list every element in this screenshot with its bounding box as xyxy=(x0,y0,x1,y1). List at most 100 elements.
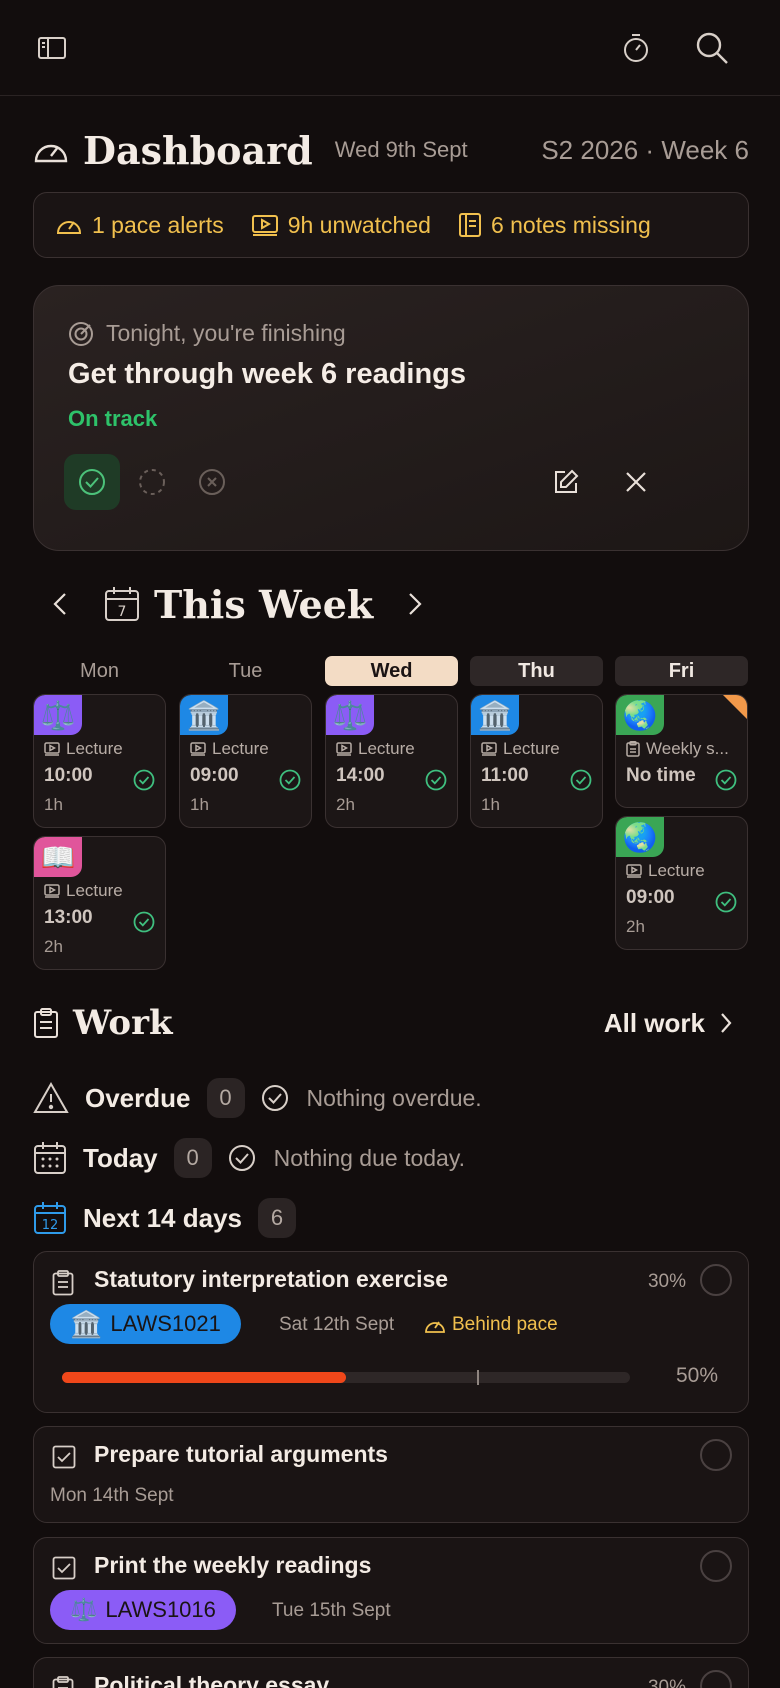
mark-skipped-button[interactable] xyxy=(184,454,240,510)
video-icon xyxy=(626,864,642,878)
event-kind: Lecture xyxy=(358,739,415,758)
next-14-days-row[interactable]: 12 Next 14 days 6 xyxy=(33,1196,296,1240)
task-complete-toggle[interactable] xyxy=(700,1670,732,1688)
edit-goal-button[interactable] xyxy=(538,454,594,510)
task-due-date: Sat 12th Sept xyxy=(279,1314,395,1335)
event-time: 10:00 xyxy=(44,765,93,786)
clipboard-icon xyxy=(626,741,640,757)
course-chip-emoji: 🏛️ xyxy=(70,1308,103,1339)
task-title: Print the weekly readings xyxy=(94,1552,372,1578)
course-badge: ⚖️ xyxy=(34,695,82,735)
progress-percent: 50% xyxy=(675,1364,718,1387)
clipboard-icon xyxy=(33,1008,59,1038)
warning-icon xyxy=(33,1082,69,1114)
task-due-date: Mon 14th Sept xyxy=(50,1485,174,1506)
gauge-icon xyxy=(424,1316,446,1334)
task-card[interactable]: Political theory essay 30% xyxy=(33,1657,749,1688)
day-label[interactable]: Mon xyxy=(33,656,166,686)
behind-pace-flag: Behind pace xyxy=(424,1314,558,1336)
progress-fill xyxy=(62,1372,346,1383)
prev-week-button[interactable] xyxy=(40,584,80,624)
course-chip-emoji: ⚖️ xyxy=(70,1597,98,1622)
event-time: 11:00 xyxy=(481,765,529,786)
event-card[interactable]: 🏛️ Lecture 11:00 1h xyxy=(470,694,603,828)
event-duration: 1h xyxy=(481,795,500,814)
chevron-right-icon xyxy=(719,1011,733,1035)
clipboard-icon xyxy=(52,1676,74,1688)
task-weight: 30% xyxy=(647,1271,686,1292)
video-icon xyxy=(190,742,206,756)
all-work-link[interactable]: All work xyxy=(604,1008,733,1039)
course-badge: 🏛️ xyxy=(471,695,519,735)
overdue-row[interactable]: Overdue 0 Nothing overdue. xyxy=(33,1076,482,1120)
unwatched-alert-label: 9h unwatched xyxy=(287,211,431,238)
clipboard-icon xyxy=(52,1270,74,1296)
event-duration: 1h xyxy=(190,795,209,814)
event-kind: Lecture xyxy=(648,861,705,880)
course-code: LAWS1016 xyxy=(105,1597,216,1622)
event-duration: 2h xyxy=(336,795,355,814)
notes-alert-label: 6 notes missing xyxy=(490,211,651,238)
overdue-message: Nothing overdue. xyxy=(306,1084,482,1111)
event-card[interactable]: 🌏 Weekly s... No time xyxy=(615,694,748,808)
day-label[interactable]: Fri xyxy=(615,656,748,686)
event-card[interactable]: ⚖️ Lecture 14:00 2h xyxy=(325,694,458,828)
all-work-label: All work xyxy=(603,1007,705,1038)
check-circle-icon xyxy=(570,769,592,791)
task-due-date: Tue 15th Sept xyxy=(272,1600,391,1621)
mark-done-button[interactable] xyxy=(64,454,120,510)
event-time: 14:00 xyxy=(336,765,385,786)
day-label[interactable]: Thu xyxy=(470,656,603,686)
goal-title: Get through week 6 readings xyxy=(68,358,467,390)
next-14-days-count: 6 xyxy=(257,1198,296,1238)
event-time: No time xyxy=(626,765,696,786)
task-card[interactable]: Statutory interpretation exercise 30% 🏛️… xyxy=(33,1251,749,1413)
notes-alert[interactable]: 6 notes missing xyxy=(458,211,651,239)
video-icon xyxy=(44,742,60,756)
today-label: Today xyxy=(83,1142,158,1173)
course-chip[interactable]: 🏛️ LAWS1021 xyxy=(50,1304,241,1344)
event-kind: Weekly s... xyxy=(646,739,729,758)
sidebar-toggle-icon[interactable] xyxy=(32,28,72,68)
mark-partial-button[interactable] xyxy=(124,454,180,510)
unwatched-alert[interactable]: 9h unwatched xyxy=(251,211,431,239)
task-card[interactable]: Prepare tutorial arguments Mon 14th Sept xyxy=(33,1426,749,1523)
today-row[interactable]: Today 0 Nothing due today. xyxy=(33,1136,465,1180)
day-label[interactable]: Tue xyxy=(179,656,312,686)
check-circle-icon xyxy=(279,769,301,791)
target-icon xyxy=(68,321,94,347)
checkbox-icon xyxy=(52,1445,76,1469)
timer-icon[interactable] xyxy=(616,28,656,68)
event-card[interactable]: 📖 Lecture 13:00 2h xyxy=(33,836,166,970)
task-complete-toggle[interactable] xyxy=(700,1550,732,1582)
check-circle-icon xyxy=(133,769,155,791)
dashboard-header: Dashboard Wed 9th Sept S2 2026 · Week 6 xyxy=(33,124,749,176)
checkbox-icon xyxy=(52,1556,76,1580)
this-week-title: This Week xyxy=(154,581,374,627)
check-circle-icon xyxy=(425,769,447,791)
calendar-icon: 7 xyxy=(104,586,140,622)
event-kind: Lecture xyxy=(66,739,123,758)
task-complete-toggle[interactable] xyxy=(700,1264,732,1296)
notes-icon xyxy=(458,213,481,237)
course-badge: 🏛️ xyxy=(180,695,228,735)
calendar-day-number: 12 xyxy=(42,1218,59,1233)
video-icon xyxy=(336,742,352,756)
course-badge: 📖 xyxy=(34,837,82,877)
search-icon[interactable] xyxy=(692,28,732,68)
task-complete-toggle[interactable] xyxy=(700,1439,732,1471)
pace-alert[interactable]: 1 pace alerts xyxy=(56,212,224,239)
svg-text:7: 7 xyxy=(118,604,127,620)
task-title: Prepare tutorial arguments xyxy=(94,1441,388,1467)
event-card[interactable]: 🌏 Lecture 09:00 2h xyxy=(615,816,748,950)
dismiss-goal-button[interactable] xyxy=(608,454,664,510)
next-week-button[interactable] xyxy=(395,584,435,624)
task-card[interactable]: Print the weekly readings ⚖️ LAWS1016 Tu… xyxy=(33,1537,749,1644)
day-label-today[interactable]: Wed xyxy=(325,656,458,686)
course-chip[interactable]: ⚖️ LAWS1016 xyxy=(50,1590,236,1630)
day-column-fri: Fri 🌏 Weekly s... No time 🌏 Lecture 09:0… xyxy=(615,656,748,950)
event-card[interactable]: 🏛️ Lecture 09:00 1h xyxy=(179,694,312,828)
event-time: 13:00 xyxy=(44,907,93,928)
course-badge: ⚖️ xyxy=(326,695,374,735)
event-card[interactable]: ⚖️ Lecture 10:00 1h xyxy=(33,694,166,828)
